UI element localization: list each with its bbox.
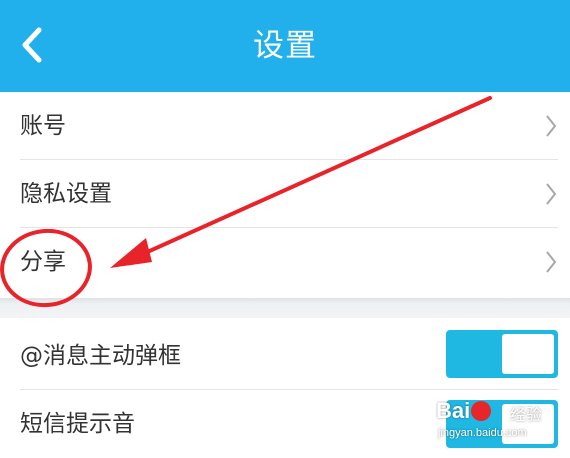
mention-popup-toggle[interactable] bbox=[446, 330, 558, 378]
chevron-right-icon bbox=[546, 251, 557, 273]
baidu-watermark: Bai 经验 jingyan.baidu.com bbox=[436, 398, 566, 450]
chevron-right-icon bbox=[546, 115, 557, 137]
app-header: 设置 bbox=[0, 0, 570, 92]
chevron-right-icon bbox=[546, 183, 557, 205]
settings-group-primary: 账号 隐私设置 分享 bbox=[0, 92, 570, 298]
group-divider bbox=[0, 298, 570, 318]
toggle-knob bbox=[502, 334, 554, 374]
settings-item-label: 分享 bbox=[20, 249, 66, 275]
settings-item-label: @消息主动弹框 bbox=[20, 343, 181, 369]
settings-item-privacy[interactable]: 隐私设置 bbox=[0, 160, 570, 228]
watermark-url: jingyan.baidu.com bbox=[438, 427, 527, 439]
watermark-label: 经验 bbox=[510, 405, 543, 424]
paw-icon bbox=[471, 401, 492, 421]
settings-item-label: 隐私设置 bbox=[20, 181, 112, 207]
page-title: 设置 bbox=[253, 28, 317, 64]
settings-item-label: 短信提示音 bbox=[20, 411, 135, 437]
settings-item-label: 账号 bbox=[20, 113, 66, 139]
watermark-logo: Bai bbox=[436, 398, 492, 424]
settings-item-share[interactable]: 分享 bbox=[0, 228, 570, 296]
settings-item-account[interactable]: 账号 bbox=[0, 92, 570, 160]
